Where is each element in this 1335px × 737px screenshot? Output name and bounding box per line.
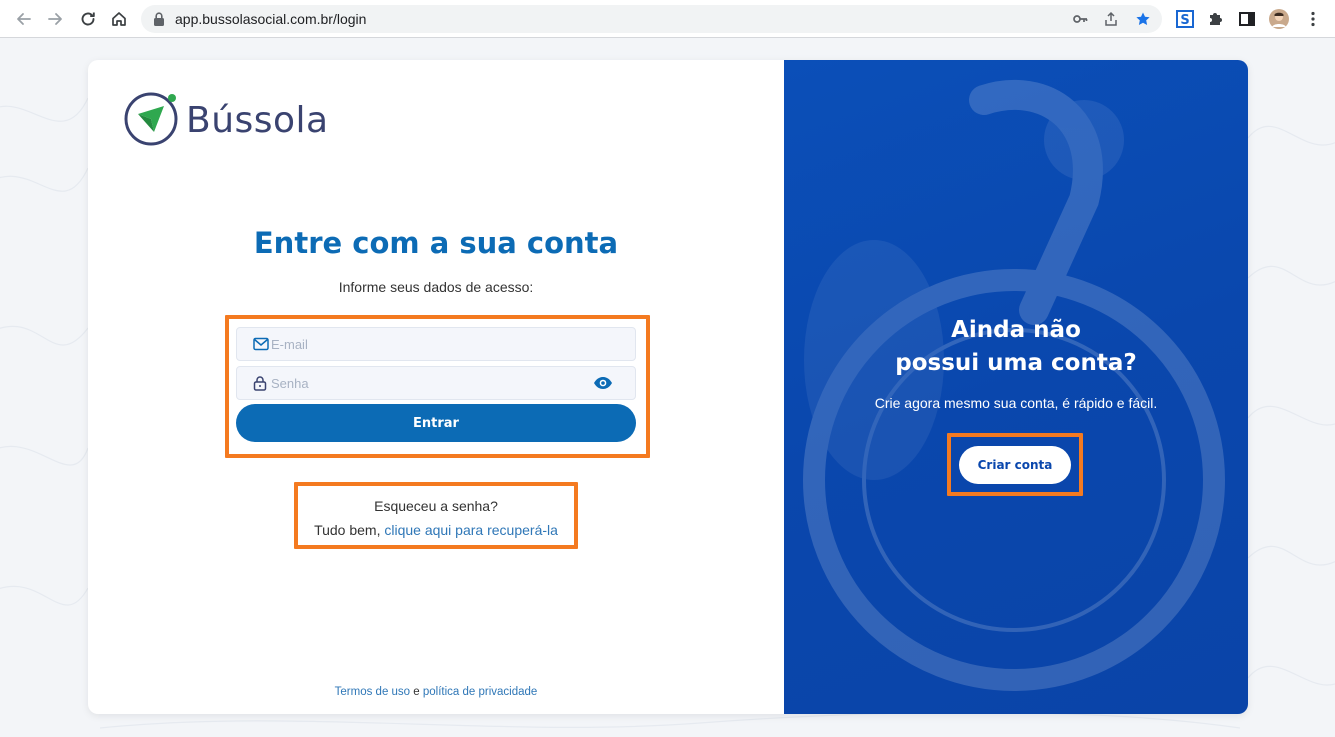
forgot-question: Esqueceu a senha?	[374, 498, 498, 514]
signup-title: Ainda não possui uma conta?	[784, 314, 1248, 380]
login-card: Bússola Entre com a sua conta Informe se…	[88, 60, 1248, 714]
signup-title-line2: possui uma conta?	[895, 350, 1137, 376]
share-icon[interactable]	[1103, 11, 1119, 27]
envelope-icon	[253, 337, 269, 351]
reload-button[interactable]	[76, 7, 100, 31]
privacy-link[interactable]: política de privacidade	[423, 686, 537, 698]
arrow-right-icon	[48, 13, 62, 25]
password-field[interactable]	[236, 366, 636, 400]
terms-link[interactable]: Termos de uso	[335, 686, 410, 698]
arrow-left-icon	[17, 13, 31, 25]
login-button[interactable]: Entrar	[236, 404, 636, 442]
footer-conjunction: e	[410, 686, 423, 698]
puzzle-icon[interactable]	[1206, 9, 1226, 29]
login-subtitle: Informe seus dados de acesso:	[338, 279, 534, 295]
padlock-icon	[253, 376, 267, 391]
page-background: Bússola Entre com a sua conta Informe se…	[0, 38, 1335, 737]
key-icon[interactable]	[1072, 11, 1088, 27]
lock-icon	[154, 12, 164, 26]
recover-password-link[interactable]: clique aqui para recuperá-la	[384, 522, 558, 538]
compass-background-image	[803, 80, 1225, 691]
footer-links: Termos de uso e política de privacidade	[88, 686, 784, 698]
svg-text:S: S	[1180, 13, 1189, 28]
login-pane: Bússola Entre com a sua conta Informe se…	[88, 60, 784, 714]
star-icon[interactable]	[1135, 11, 1151, 27]
password-input[interactable]	[271, 367, 591, 399]
page-title: Entre com a sua conta	[253, 226, 619, 260]
signup-title-line1: Ainda não	[951, 317, 1081, 343]
reload-icon	[81, 12, 95, 26]
s-extension-icon[interactable]: S	[1175, 9, 1195, 29]
forgot-prefix: Tudo bem,	[314, 522, 385, 538]
browser-toolbar: app.bussolasocial.com.br/login S	[0, 0, 1335, 38]
address-bar[interactable]: app.bussolasocial.com.br/login	[141, 5, 1162, 33]
compass-logo-icon	[124, 92, 178, 146]
brand-name: Bússola	[186, 100, 329, 141]
kebab-menu-icon[interactable]	[1303, 9, 1323, 29]
forgot-password: Esqueceu a senha? Tudo bem, clique aqui …	[88, 494, 784, 542]
forgot-line: Tudo bem, clique aqui para recuperá-la	[88, 518, 784, 542]
email-field[interactable]	[236, 327, 636, 361]
forward-button[interactable]	[43, 7, 67, 31]
eye-icon[interactable]	[593, 376, 613, 390]
side-panel-icon[interactable]	[1237, 9, 1257, 29]
signup-pane: Ainda não possui uma conta? Crie agora m…	[784, 60, 1248, 714]
home-icon	[112, 12, 126, 26]
signup-subtitle: Crie agora mesmo sua conta, é rápido e f…	[874, 395, 1158, 411]
url-text: app.bussolasocial.com.br/login	[175, 11, 367, 27]
avatar[interactable]	[1269, 9, 1289, 29]
back-button[interactable]	[12, 7, 36, 31]
home-button[interactable]	[107, 7, 131, 31]
create-account-button[interactable]: Criar conta	[959, 446, 1071, 484]
bussola-logo: Bússola	[124, 88, 334, 148]
email-input[interactable]	[271, 328, 591, 360]
